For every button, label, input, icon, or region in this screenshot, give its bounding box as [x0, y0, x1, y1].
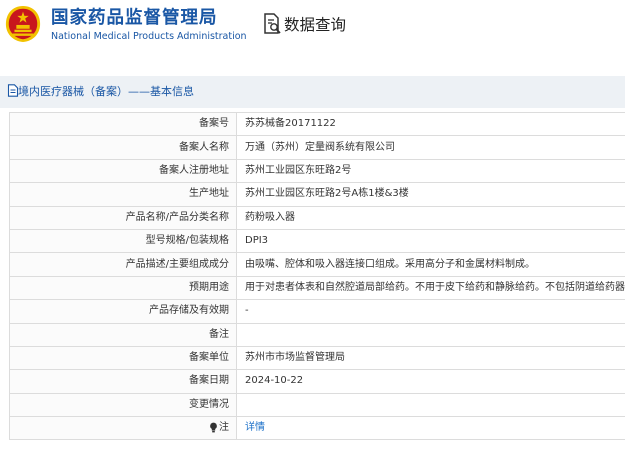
detail-value: 由吸嘴、腔体和吸入器连接口组成。采用高分子和金属材料制成。 — [236, 252, 625, 277]
detail-label: 生产地址 — [9, 182, 237, 207]
detail-value: 苏州工业园区东旺路2号 — [236, 158, 625, 184]
detail-value: 万通（苏州）定量阀系统有限公司 — [236, 135, 625, 160]
site-header: 国家药品监督管理局 National Medical Products Admi… — [0, 0, 625, 52]
detail-row: 变更情况 — [9, 392, 625, 418]
detail-link-row: 注 详情 — [9, 416, 625, 441]
detail-value: DPI3 — [236, 228, 625, 254]
national-emblem-icon — [5, 5, 41, 43]
detail-label: 备案人注册地址 — [9, 158, 237, 184]
detail-value: - — [236, 299, 625, 324]
detail-value: 苏州工业园区东旺路2号A栋1楼&3楼 — [236, 182, 625, 207]
detail-value — [236, 322, 625, 347]
detail-value: 2024-10-22 — [236, 369, 625, 394]
detail-row: 预期用途 用于对患者体表和自然腔道局部给药。不用于皮下给药和静脉给药。不包括阴道给… — [9, 275, 625, 301]
detail-label: 产品名称/产品分类名称 — [9, 205, 237, 230]
detail-label: 变更情况 — [9, 392, 237, 418]
detail-row: 产品存储及有效期 - — [9, 299, 625, 324]
detail-value: 苏苏械备20171122 — [236, 111, 625, 137]
details-link[interactable]: 详情 — [245, 422, 265, 433]
org-name-en: National Medical Products Administration — [51, 31, 247, 42]
detail-label: 产品描述/主要组成成分 — [9, 252, 237, 277]
detail-link-label: 注 — [219, 422, 229, 434]
detail-row: 备案人注册地址 苏州工业园区东旺路2号 — [9, 158, 625, 184]
detail-row: 备注 — [9, 322, 625, 347]
detail-label: 型号规格/包装规格 — [9, 228, 237, 254]
detail-row: 备案单位 苏州市市场监督管理局 — [9, 345, 625, 371]
detail-link-label-cell: 注 — [9, 416, 237, 441]
document-search-icon — [264, 13, 281, 34]
detail-table: 备案号 苏苏械备20171122 备案人名称 万通（苏州）定量阀系统有限公司 备案人注册… — [9, 111, 625, 441]
detail-value: 苏州市市场监督管理局 — [236, 345, 625, 371]
org-name-cn: 国家药品监督管理局 — [51, 8, 218, 28]
lightbulb-icon — [210, 422, 217, 433]
breadcrumb[interactable]: 境内医疗器械（备案）——基本信息 — [18, 83, 194, 99]
detail-row: 生产地址 苏州工业园区东旺路2号A栋1楼&3楼 — [9, 182, 625, 207]
detail-label: 备注 — [9, 322, 237, 347]
detail-row: 备案号 苏苏械备20171122 — [9, 111, 625, 137]
detail-row: 备案日期 2024-10-22 — [9, 369, 625, 394]
detail-label: 备案人名称 — [9, 135, 237, 160]
detail-label: 备案号 — [9, 111, 237, 137]
detail-label: 产品存储及有效期 — [9, 299, 237, 324]
detail-value: 用于对患者体表和自然腔道局部给药。不用于皮下给药和静脉给药。不包括阴道给药器。 — [236, 275, 625, 301]
detail-row: 型号规格/包装规格 DPI3 — [9, 228, 625, 254]
detail-label: 备案单位 — [9, 345, 237, 371]
detail-value: 药粉吸入器 — [236, 205, 625, 230]
detail-row: 产品名称/产品分类名称 药粉吸入器 — [9, 205, 625, 230]
detail-link-cell: 详情 — [236, 416, 625, 441]
detail-label: 预期用途 — [9, 275, 237, 301]
detail-value — [236, 392, 625, 418]
detail-label: 备案日期 — [9, 369, 237, 394]
page-title: 数据查询 — [284, 16, 347, 34]
detail-row: 产品描述/主要组成成分 由吸嘴、腔体和吸入器连接口组成。采用高分子和金属材料制成。 — [9, 252, 625, 277]
detail-row: 备案人名称 万通（苏州）定量阀系统有限公司 — [9, 135, 625, 160]
